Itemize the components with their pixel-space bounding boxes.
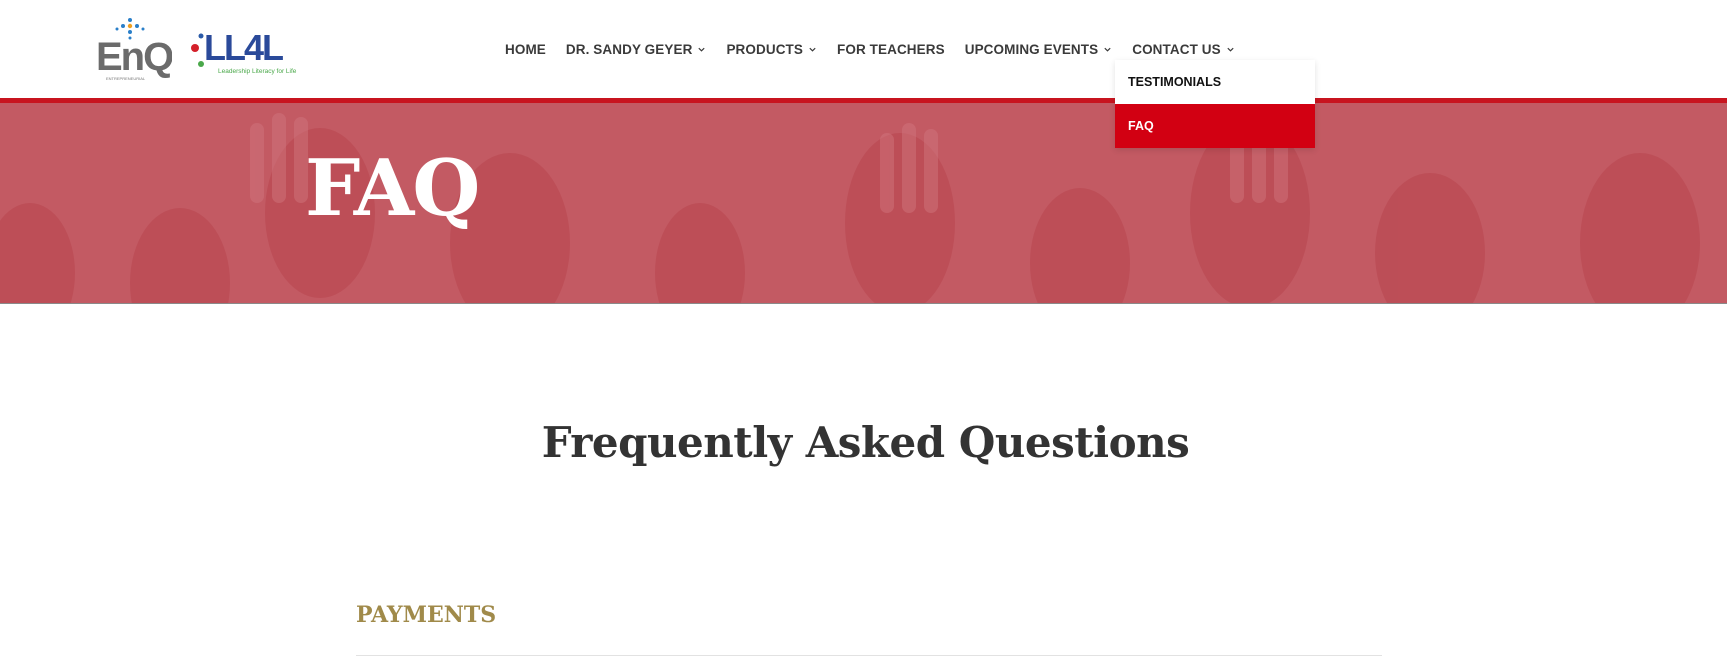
dropdown-item-faq[interactable]: FAQ	[1115, 104, 1315, 148]
section-heading-payments: PAYMENTS	[356, 602, 497, 628]
ll4l-logo[interactable]: LL4L Leadership Literacy for Life	[188, 26, 302, 78]
contact-us-dropdown: TESTIMONIALS FAQ	[1115, 60, 1315, 148]
faq-heading: Frequently Asked Questions	[541, 418, 1190, 467]
main-nav: HOME DR. SANDY GEYER PRODUCTS FOR TEACHE…	[505, 38, 1255, 60]
dropdown-item-testimonials[interactable]: TESTIMONIALS	[1115, 60, 1315, 104]
nav-item-label: UPCOMING EVENTS	[964, 41, 1099, 57]
nav-item-label: DR. SANDY GEYER	[565, 41, 693, 57]
svg-text:LL4L: LL4L	[204, 27, 283, 68]
svg-text:ENTREPRENEURIAL: ENTREPRENEURIAL	[106, 76, 146, 81]
banner-bottom-border	[0, 303, 1727, 304]
chevron-down-icon	[1104, 47, 1111, 52]
enq-logo[interactable]: EnQ ENTREPRENEURIAL	[96, 16, 175, 82]
nav-item-contact-us[interactable]: CONTACT US	[1132, 42, 1235, 57]
svg-text:EnQ: EnQ	[96, 35, 172, 79]
dropdown-item-label: FAQ	[1128, 119, 1154, 133]
nav-item-dr-sandy-geyer[interactable]: DR. SANDY GEYER	[566, 42, 707, 57]
nav-item-label: PRODUCTS	[726, 41, 803, 57]
chevron-down-icon	[698, 47, 706, 52]
nav-item-label: CONTACT US	[1132, 41, 1221, 57]
dropdown-item-label: TESTIMONIALS	[1128, 75, 1222, 89]
page-title: FAQ	[305, 143, 480, 234]
site-header: EnQ ENTREPRENEURIAL LL4L Leadership Lite…	[0, 0, 1727, 98]
nav-item-home[interactable]: HOME	[505, 42, 546, 57]
nav-item-products[interactable]: PRODUCTS	[726, 42, 817, 57]
page-banner: FAQ	[0, 103, 1727, 304]
nav-item-for-teachers[interactable]: FOR TEACHERS	[837, 42, 945, 57]
chevron-down-icon	[809, 47, 816, 52]
svg-text:Leadership Literacy for Life: Leadership Literacy for Life	[218, 68, 297, 75]
raised-hands-background	[0, 113, 1700, 304]
nav-item-label: HOME	[505, 41, 546, 57]
nav-item-label: FOR TEACHERS	[837, 41, 945, 57]
chevron-down-icon	[1227, 47, 1234, 52]
nav-item-upcoming-events[interactable]: UPCOMING EVENTS	[965, 42, 1113, 57]
section-divider	[356, 655, 1382, 656]
